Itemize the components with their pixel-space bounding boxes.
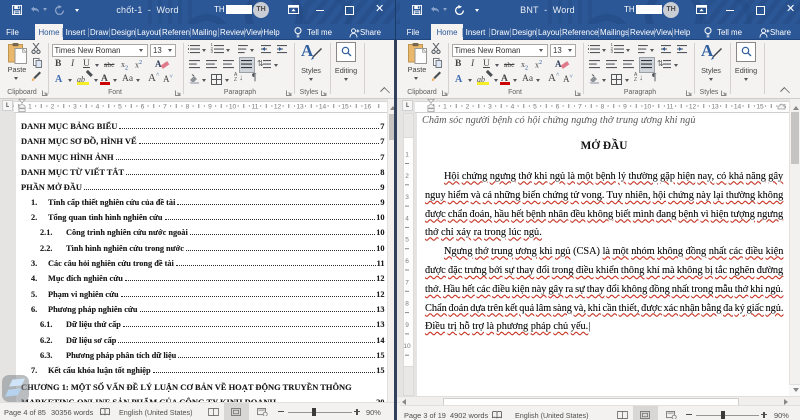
svg-text:1: 1 [28,104,32,111]
svg-text:5: 5 [533,104,537,111]
svg-text:16: 16 [364,104,372,111]
svg-text:4: 4 [511,104,515,111]
svg-text:12: 12 [689,104,697,111]
svg-text:5: 5 [405,237,409,244]
svg-text:5: 5 [118,104,122,111]
svg-text:6: 6 [141,104,145,111]
svg-text:6: 6 [556,104,560,111]
svg-text:9: 9 [208,104,212,111]
svg-text:7: 7 [163,104,167,111]
svg-text:2: 2 [51,104,55,111]
svg-text:4: 4 [405,215,409,222]
svg-text:4: 4 [96,104,100,111]
svg-text:9: 9 [623,104,627,111]
svg-text:1: 1 [443,104,447,111]
svg-text:8: 8 [405,301,409,308]
svg-text:14: 14 [319,104,327,111]
svg-text:2: 2 [405,173,409,180]
svg-text:15: 15 [756,104,764,111]
svg-text:8: 8 [601,104,605,111]
svg-text:10: 10 [229,104,237,111]
svg-text:2: 2 [466,104,470,111]
svg-text:13: 13 [296,104,304,111]
svg-text:1: 1 [405,152,409,159]
svg-text:12: 12 [274,104,282,111]
svg-text:8: 8 [186,104,190,111]
svg-text:10: 10 [644,104,652,111]
svg-text:7: 7 [578,104,582,111]
svg-text:15: 15 [341,104,349,111]
svg-text:13: 13 [711,104,719,111]
svg-text:10: 10 [403,343,411,350]
svg-text:11: 11 [252,104,259,111]
svg-text:3: 3 [405,194,409,201]
svg-text:9: 9 [405,322,409,329]
svg-text:11: 11 [667,104,674,111]
svg-text:14: 14 [734,104,742,111]
svg-text:3: 3 [73,104,77,111]
svg-text:7: 7 [405,279,409,286]
svg-text:3: 3 [488,104,492,111]
svg-text:6: 6 [405,258,409,265]
